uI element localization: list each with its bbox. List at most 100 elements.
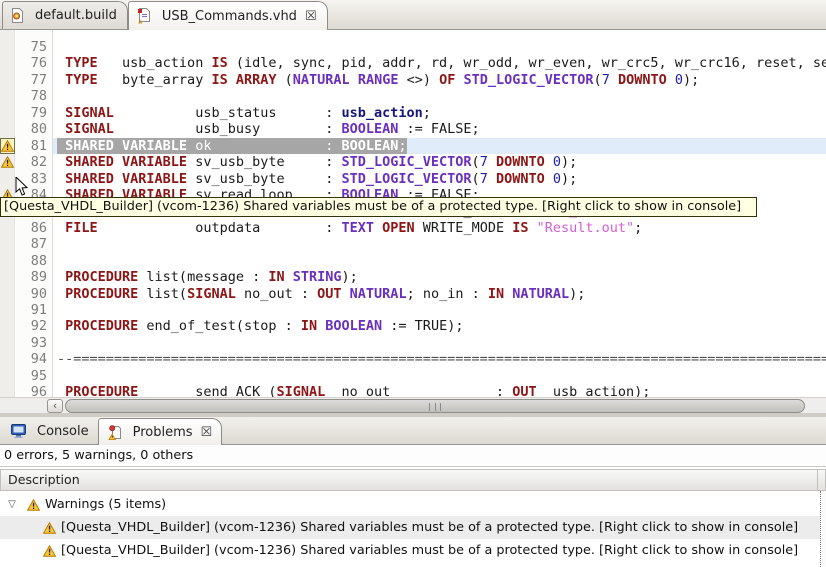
problems-vertical-scrollbar[interactable]	[820, 491, 826, 567]
code-line-90[interactable]: 90 PROCEDURE list(SIGNAL no_out : OUT NA…	[0, 286, 826, 302]
code-text[interactable]: TYPE byte_array IS ARRAY (NATURAL RANGE …	[53, 72, 826, 88]
line-number: 92	[30, 318, 47, 335]
line-number: 76	[30, 55, 47, 72]
tab-default-build[interactable]: default.build	[2, 1, 128, 29]
group-label: Warnings (5 items)	[45, 497, 167, 512]
code-text[interactable]: --======================================…	[53, 351, 826, 367]
code-line-76[interactable]: 76 TYPE usb_action IS (idle, sync, pid, …	[0, 55, 826, 71]
tab-problems[interactable]: Problems ☒	[97, 418, 223, 445]
table-header-row: Description	[0, 469, 826, 491]
gutter-cell	[0, 121, 16, 137]
code-text[interactable]: PROCEDURE list(SIGNAL no_out : OUT NATUR…	[53, 286, 826, 302]
column-header-description[interactable]: Description	[0, 469, 818, 491]
gutter-cell	[0, 72, 16, 88]
line-number: 95	[30, 367, 47, 384]
code-line-86[interactable]: 86 FILE outpdata : TEXT OPEN WRITE_MODE …	[0, 220, 826, 236]
line-number: 91	[30, 302, 47, 318]
code-line-80[interactable]: 80 SIGNAL usb_busy : BOOLEAN := FALSE;	[0, 121, 826, 137]
mouse-cursor	[15, 177, 29, 196]
code-text[interactable]: SHARED VARIABLE sv_usb_byte : STD_LOGIC_…	[53, 154, 826, 170]
line-number: 86	[30, 219, 47, 236]
editor-horizontal-scrollbar[interactable]: ‹	[0, 397, 826, 413]
code-text[interactable]: PROCEDURE list(message : IN STRING);	[53, 269, 826, 285]
scrollbar-grip	[429, 403, 441, 411]
code-line-82[interactable]: 82 SHARED VARIABLE sv_usb_byte : STD_LOG…	[0, 154, 826, 170]
bottom-panel: Console Problems ☒ 0 errors, 5 warnings,…	[0, 417, 826, 567]
gutter-cell	[0, 171, 16, 187]
line-number: 96	[30, 384, 47, 397]
gutter-cell	[0, 318, 16, 334]
code-line-89[interactable]: 89 PROCEDURE list(message : IN STRING);	[0, 269, 826, 285]
warning-row-2[interactable]: [Questa_VHDL_Builder] (vcom-1236) Shared…	[0, 539, 826, 562]
gutter-cell	[0, 269, 16, 285]
bottom-tab-bar: Console Problems ☒	[0, 417, 826, 445]
warning-annotation-icon[interactable]	[0, 154, 16, 170]
selected-text: SHARED VARIABLE ok : BOOLEAN;	[57, 137, 407, 154]
tab-label: Problems	[132, 424, 193, 440]
tab-console[interactable]: Console	[2, 418, 98, 444]
warning-row-1[interactable]: [Questa_VHDL_Builder] (vcom-1236) Shared…	[0, 516, 826, 539]
code-text[interactable]: PROCEDURE send_ACK (SIGNAL no_out : OUT …	[53, 384, 826, 397]
code-line-83[interactable]: 83 SHARED VARIABLE sv_usb_byte : STD_LOG…	[0, 171, 826, 187]
tab-label: default.build	[35, 8, 117, 23]
code-line-94[interactable]: 94 --====================================…	[0, 351, 826, 367]
gutter-cell	[0, 335, 16, 351]
build-file-icon	[11, 8, 24, 23]
code-text[interactable]: SIGNAL usb_busy : BOOLEAN := FALSE;	[53, 121, 826, 137]
code-line-77[interactable]: 77 TYPE byte_array IS ARRAY (NATURAL RAN…	[0, 72, 826, 88]
code-text[interactable]: PROCEDURE end_of_test(stop : IN BOOLEAN …	[53, 318, 826, 334]
code-line-92[interactable]: 92 PROCEDURE end_of_test(stop : IN BOOLE…	[0, 318, 826, 334]
scrollbar-handle[interactable]	[65, 399, 805, 413]
gutter-cell	[0, 88, 16, 104]
table-header-corner	[818, 469, 826, 491]
code-line-79[interactable]: 79 SIGNAL usb_status : usb_action;	[0, 105, 826, 121]
code-line-75[interactable]: 75	[0, 39, 826, 55]
collapse-expander-icon[interactable]: ▽	[5, 499, 19, 510]
scroll-left-button[interactable]: ‹	[47, 399, 63, 413]
code-text[interactable]: TYPE usb_action IS (idle, sync, pid, add…	[53, 55, 826, 71]
code-text[interactable]	[53, 236, 826, 252]
code-text[interactable]	[53, 39, 826, 55]
code-line-81[interactable]: 81 SHARED VARIABLE ok : BOOLEAN;	[0, 137, 826, 155]
tab-usb-commands-vhd[interactable]: USB_Commands.vhd ☒	[127, 1, 328, 30]
code-text[interactable]	[53, 302, 826, 318]
close-icon[interactable]: ☒	[305, 9, 317, 24]
code-editor[interactable]: 75 76 TYPE usb_action IS (idle, sync, pid…	[0, 30, 826, 397]
line-number: 94	[30, 351, 47, 368]
warning-annotation-icon[interactable]	[0, 137, 16, 154]
code-line-95[interactable]: 95	[0, 368, 826, 384]
warning-icon	[27, 498, 40, 511]
gutter-cell	[0, 220, 16, 236]
close-icon[interactable]: ☒	[201, 425, 213, 440]
console-icon	[11, 424, 26, 438]
code-text[interactable]: FILE outpdata : TEXT OPEN WRITE_MODE IS …	[53, 220, 826, 236]
code-text[interactable]	[53, 335, 826, 351]
warning-icon	[1, 139, 14, 152]
code-text[interactable]	[53, 368, 826, 384]
warnings-group-row[interactable]: ▽ Warnings (5 items)	[0, 493, 826, 516]
code-text[interactable]: SHARED VARIABLE ok : BOOLEAN;	[53, 137, 826, 155]
line-number: 80	[30, 121, 47, 138]
warning-message: [Questa_VHDL_Builder] (vcom-1236) Shared…	[61, 543, 799, 558]
code-line-78[interactable]: 78	[0, 88, 826, 104]
problems-table: Description ▽ Warnings (5 items) [Questa…	[0, 467, 826, 567]
warning-icon	[1, 156, 14, 168]
code-text[interactable]	[53, 88, 826, 104]
problems-icon	[108, 424, 122, 440]
code-text[interactable]: SHARED VARIABLE sv_usb_byte : STD_LOGIC_…	[53, 171, 826, 187]
code-line-91[interactable]: 91	[0, 302, 826, 318]
code-line-87[interactable]: 87	[0, 236, 826, 252]
code-text[interactable]	[53, 253, 826, 269]
line-number: 90	[30, 285, 47, 302]
code-text[interactable]: SIGNAL usb_status : usb_action;	[53, 105, 826, 121]
warning-message: [Questa_VHDL_Builder] (vcom-1236) Shared…	[61, 520, 799, 535]
gutter-cell	[0, 286, 16, 302]
warning-icon	[43, 521, 56, 534]
code-line-88[interactable]: 88	[0, 253, 826, 269]
gutter-cell	[0, 253, 16, 269]
code-line-93[interactable]: 93	[0, 335, 826, 351]
line-number: 78	[30, 88, 47, 105]
line-number: 89	[30, 269, 47, 286]
line-number: 93	[30, 334, 47, 351]
code-line-96[interactable]: 96 PROCEDURE send_ACK (SIGNAL no_out : O…	[0, 384, 826, 397]
